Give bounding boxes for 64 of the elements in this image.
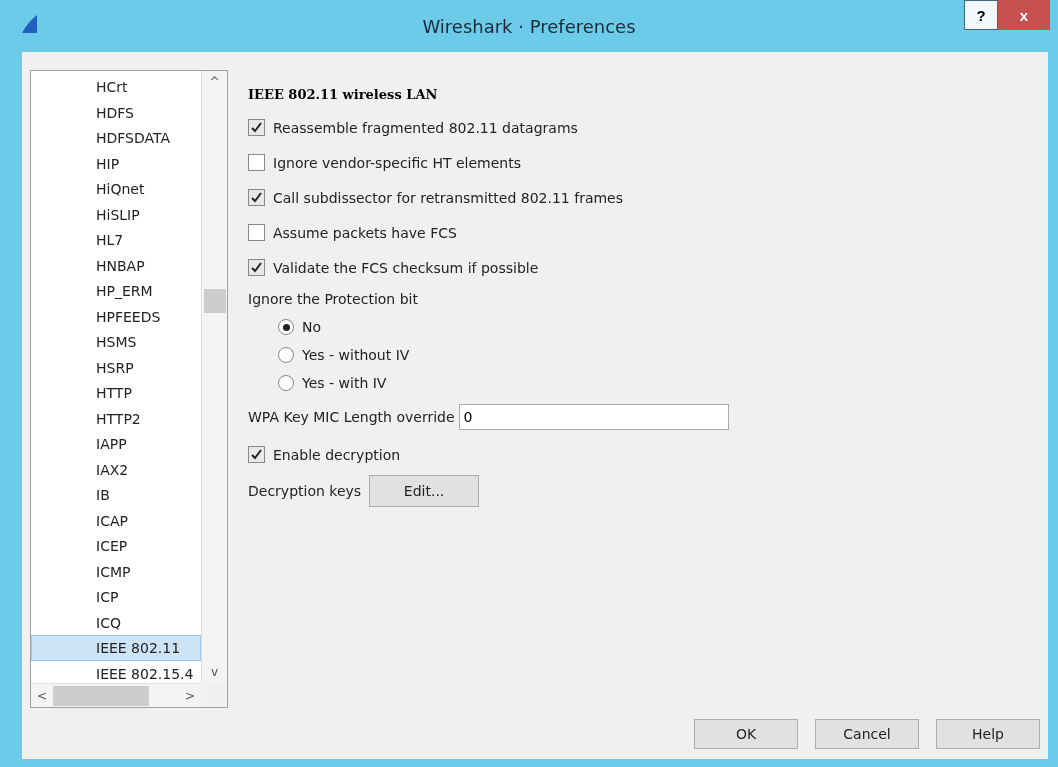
tree-item[interactable]: HiSLIP [31,201,201,227]
radio-label: No [302,319,322,335]
scroll-thumb[interactable] [203,289,226,313]
scroll-left-button[interactable]: < [31,684,53,707]
scroll-up-button[interactable]: ^ [202,71,227,93]
scroll-right-button[interactable]: > [179,684,201,707]
tree-item[interactable]: IEEE 802.11 [31,635,201,661]
tree-item[interactable]: IAX2 [31,456,201,482]
close-button[interactable]: x [998,0,1050,30]
tree-item[interactable]: ICQ [31,609,201,635]
checkbox[interactable] [248,446,265,463]
checkbox[interactable] [248,119,265,136]
group-label: Ignore the Protection bit [248,291,418,307]
checkbox-label: Call subdissector for retransmitted 802.11 frames [273,189,624,206]
radio-button[interactable] [278,347,294,363]
tree-item[interactable]: HNBAP [31,252,201,278]
tree-item[interactable]: HDFSDATA [31,125,201,151]
tree-item[interactable]: ICP [31,584,201,610]
checkbox-label: Enable decryption [273,446,401,463]
tree-item[interactable]: HSRP [31,354,201,380]
radio-button[interactable] [278,319,294,335]
tree-item[interactable]: ICEP [31,533,201,559]
tree-item[interactable]: HTTP [31,380,201,406]
tree-item[interactable]: IEEE 802.15.4 [31,660,201,683]
shark-fin-icon [20,14,38,34]
radio-button[interactable] [278,375,294,391]
edit-button[interactable]: Edit... [369,475,480,507]
radio-label: Yes - without IV [302,347,410,363]
window-title: Wireshark · Preferences [422,16,636,37]
vertical-scrollbar[interactable]: ^ v [201,71,227,683]
tree-item[interactable]: HCrt [31,74,201,100]
checkbox[interactable] [248,189,265,206]
checkbox-label: Validate the FCS checksum if possible [273,259,539,276]
checkbox[interactable] [248,259,265,276]
tree-item[interactable]: HIP [31,150,201,176]
tree-item[interactable]: ICAP [31,507,201,533]
tree-item[interactable]: HL7 [31,227,201,253]
checkbox-label: Assume packets have FCS [273,224,457,241]
dialog-button[interactable]: Help [936,719,1040,749]
radio-label: Yes - with IV [302,375,387,391]
field-label: WPA Key MIC Length override [248,409,455,425]
scrollbar-corner [201,683,227,707]
tree-item[interactable]: HDFS [31,99,201,125]
section-heading: IEEE 802.11 wireless LAN [248,86,439,104]
tree-item[interactable]: ICMP [31,558,201,584]
tree-item[interactable]: HPFEEDS [31,303,201,329]
tree-item[interactable]: HSMS [31,329,201,355]
input-field[interactable]: 0 [458,404,729,430]
dialog-button[interactable]: OK [694,719,798,749]
scroll-down-button[interactable]: v [202,661,227,683]
checkbox-label: Ignore vendor-specific HT elements [273,154,521,171]
checkbox-label: Reassemble fragmented 802.11 datagrams [273,119,578,136]
tree-item[interactable]: HP_ERM [31,278,201,304]
help-button[interactable]: ? [964,0,998,30]
tree-item[interactable]: IAPP [31,431,201,457]
tree-item[interactable]: HTTP2 [31,405,201,431]
field-label: Decryption keys [248,483,362,499]
checkbox[interactable] [248,224,265,241]
tree-item[interactable]: IB [31,482,201,508]
horizontal-scrollbar[interactable]: < > [31,683,201,707]
tree-item[interactable]: HiQnet [31,176,201,202]
scroll-thumb[interactable] [53,685,149,706]
dialog-button[interactable]: Cancel [815,719,919,749]
checkbox[interactable] [248,154,265,171]
